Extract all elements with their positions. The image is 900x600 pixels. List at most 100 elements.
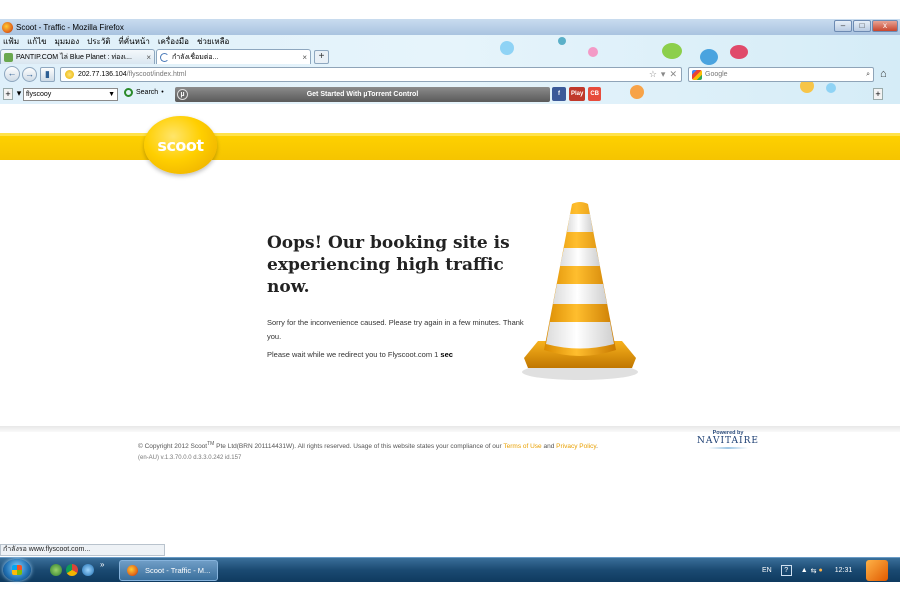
chevron-down-icon: ▼ xyxy=(108,91,115,98)
privacy-policy-link[interactable]: Privacy Policy xyxy=(556,443,596,450)
add-button[interactable]: + xyxy=(3,88,13,100)
tab-connecting[interactable]: กำลังเชื่อมต่อ... × xyxy=(156,49,311,64)
task-label: Scoot - Traffic - M... xyxy=(145,566,211,575)
maximize-button[interactable]: □ xyxy=(853,20,871,32)
browser-chrome: แฟ้ม แก้ไข มุมมอง ประวัติ ที่คั่นหน้า เค… xyxy=(0,35,900,104)
site-identity-icon[interactable] xyxy=(65,70,74,79)
home-button[interactable]: ⌂ xyxy=(880,68,887,80)
bookmark-star-icon[interactable]: ☆ xyxy=(649,69,657,80)
taskbar: » Scoot - Traffic - M... EN ? ▲ ⇆ ● 12:3… xyxy=(0,557,900,582)
navitaire-logo: NAVITAIRE xyxy=(697,436,759,446)
scoot-logo[interactable]: scoot xyxy=(144,116,217,174)
window-titlebar: Scoot - Traffic - Mozilla Firefox – □ x xyxy=(0,19,900,35)
help-icon[interactable]: ? xyxy=(780,565,792,576)
tab-close-icon[interactable]: × xyxy=(146,53,151,62)
navigation-bar: ← → ▮ 202.77.136.104 /flyscoot/index.htm… xyxy=(0,66,900,84)
show-hidden-icons[interactable]: ▲ xyxy=(801,567,808,574)
toolbar-icons: f Play CB xyxy=(552,87,602,101)
menu-file[interactable]: แฟ้ม xyxy=(3,35,19,48)
copyright-period: . xyxy=(596,443,598,451)
persona-flower-icon xyxy=(588,47,598,57)
quicklaunch-expand-icon[interactable]: » xyxy=(100,560,104,569)
more-icon[interactable]: • xyxy=(161,89,163,96)
search-box[interactable]: Google ⌕ xyxy=(688,67,874,82)
minimize-button[interactable]: – xyxy=(834,20,852,32)
persona-flower-icon xyxy=(558,37,566,45)
persona-bird-icon xyxy=(662,43,682,59)
search-icon xyxy=(124,88,133,97)
system-tray: EN ? ▲ ⇆ ● 12:31 xyxy=(762,558,852,583)
page-headline: Oops! Our booking site is experiencing h… xyxy=(267,233,510,297)
signal-icon: ▮ xyxy=(40,67,55,82)
status-bar: กำลังรอ www.flyscoot.com... xyxy=(0,544,165,556)
logo-text: scoot xyxy=(157,135,204,155)
tab-strip: PANTIP.COM ไล่ Blue Planet : ท่องเ... × … xyxy=(0,48,329,64)
address-bar[interactable]: 202.77.136.104 /flyscoot/index.html ☆ ▾ … xyxy=(60,67,682,82)
terms-of-use-link[interactable]: Terms of Use xyxy=(503,443,541,450)
chrome-quicklaunch-icon[interactable] xyxy=(66,564,78,576)
search-placeholder: Google xyxy=(705,71,728,78)
facebook-icon[interactable]: f xyxy=(552,87,566,101)
utorrent-bar[interactable]: µ Get Started With µTorrent Control xyxy=(175,87,550,102)
header-band xyxy=(0,133,900,160)
redirect-text: Please wait while we redirect you to Fly… xyxy=(267,350,439,359)
window-title: Scoot - Traffic - Mozilla Firefox xyxy=(16,22,124,32)
network-icon[interactable]: ⇆ xyxy=(811,567,817,575)
menu-edit[interactable]: แก้ไข xyxy=(27,35,47,48)
copyright-text: © Copyright 2012 ScootTM Pte Ltd(BRN 201… xyxy=(138,441,598,450)
window-controls: – □ x xyxy=(834,20,898,32)
dropdown-icon[interactable]: ▾ xyxy=(661,69,666,80)
page-content: scoot Oops! Our booking site is experien… xyxy=(0,104,900,544)
menu-help[interactable]: ช่วยเหลือ xyxy=(197,35,229,48)
pantip-favicon-icon xyxy=(4,52,13,62)
ie-quicklaunch-icon[interactable] xyxy=(82,564,94,576)
stop-icon[interactable]: ✕ xyxy=(669,69,677,80)
firefox-icon xyxy=(2,21,13,33)
forward-button[interactable]: → xyxy=(22,67,37,82)
menu-bookmarks[interactable]: ที่คั่นหน้า xyxy=(118,35,149,48)
navitaire-swoosh xyxy=(708,447,748,449)
clock[interactable]: 12:31 xyxy=(835,567,853,574)
menu-tools[interactable]: เครื่องมือ xyxy=(158,35,189,48)
close-button[interactable]: x xyxy=(872,20,898,32)
redirect-message: Please wait while we redirect you to Fly… xyxy=(267,350,453,359)
show-desktop-button[interactable] xyxy=(866,560,888,581)
powered-by-navitaire[interactable]: Powered by NAVITAIRE xyxy=(696,430,760,449)
language-indicator[interactable]: EN xyxy=(762,567,772,574)
toolbar-search-button[interactable]: Search • xyxy=(124,88,164,97)
menu-bar: แฟ้ม แก้ไข มุมมอง ประวัติ ที่คั่นหน้า เค… xyxy=(0,35,229,47)
select-value: flyscooy xyxy=(26,91,52,98)
taskbar-firefox-button[interactable]: Scoot - Traffic - M... xyxy=(119,560,218,581)
tab-close-icon[interactable]: × xyxy=(302,53,307,62)
play-icon[interactable]: Play xyxy=(569,87,586,101)
add-button[interactable]: + xyxy=(873,88,883,100)
copyright-body: Pte Ltd(BRN 201114431W). All rights rese… xyxy=(214,443,504,451)
new-tab-button[interactable]: + xyxy=(314,50,329,64)
copyright-prefix: © Copyright 2012 Scoot xyxy=(138,443,208,451)
google-icon[interactable] xyxy=(692,69,702,80)
persona-flower-icon xyxy=(500,41,514,55)
start-button[interactable] xyxy=(3,559,31,581)
redirect-unit: sec xyxy=(440,350,453,359)
version-text: (en-AU) v.1.3.70.0.0 d.3.3.0.242 id.157 xyxy=(138,455,242,461)
utorrent-label: Get Started With µTorrent Control xyxy=(306,91,419,98)
tab-label: PANTIP.COM ไล่ Blue Planet : ท่องเ... xyxy=(16,53,132,61)
addon-toolbar: + ▾ flyscooy ▼ Search • µ Get Started Wi… xyxy=(0,86,900,103)
menu-history[interactable]: ประวัติ xyxy=(87,35,110,48)
search-magnifier-icon[interactable]: ⌕ xyxy=(866,71,873,79)
search-label: Search xyxy=(136,89,159,96)
back-button[interactable]: ← xyxy=(4,66,20,82)
url-path: /flyscoot/index.html xyxy=(126,71,187,78)
tab-pantip[interactable]: PANTIP.COM ไล่ Blue Planet : ท่องเ... × xyxy=(0,49,155,64)
url-host: 202.77.136.104 xyxy=(78,71,127,78)
volume-icon[interactable]: ● xyxy=(819,567,823,574)
loading-spinner-icon xyxy=(160,52,169,62)
cb-icon[interactable]: CB xyxy=(588,87,602,101)
footer-divider xyxy=(0,426,900,432)
tab-label: กำลังเชื่อมต่อ... xyxy=(172,53,219,61)
toolbar-search-select[interactable]: flyscooy ▼ xyxy=(23,88,118,101)
utorrent-logo-icon: µ xyxy=(177,89,188,100)
menu-view[interactable]: มุมมอง xyxy=(55,35,80,48)
utorrent-quicklaunch-icon[interactable] xyxy=(50,564,62,576)
traffic-cone-icon xyxy=(522,202,638,380)
